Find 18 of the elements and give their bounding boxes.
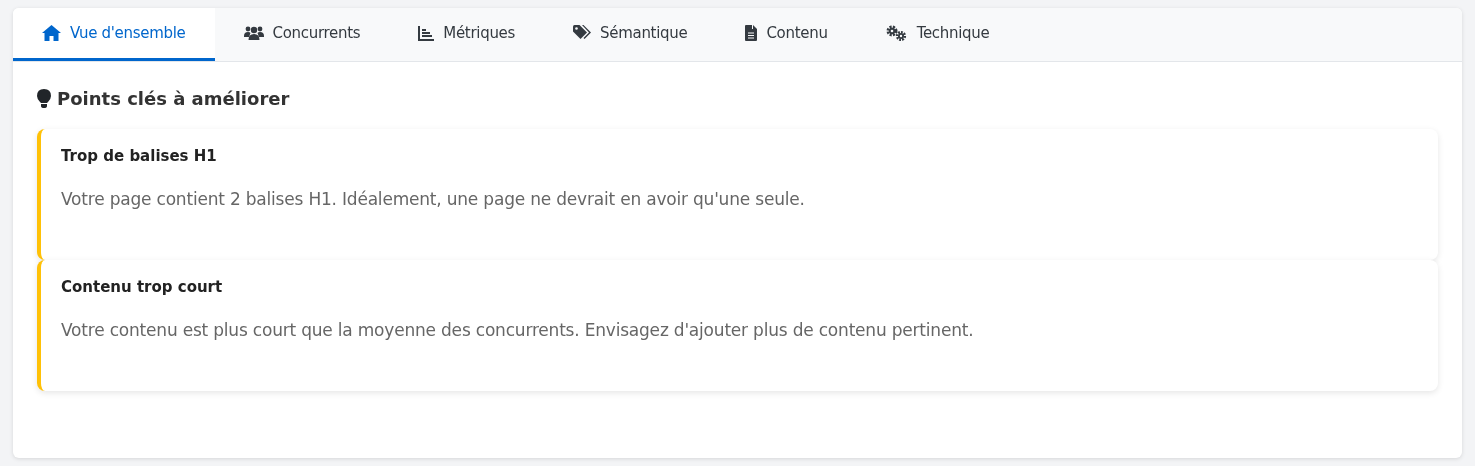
tab[interactable]: Contenu — [716, 8, 857, 61]
tab[interactable]: Technique — [856, 8, 1019, 61]
warning-text: Votre contenu est plus court que la moyenne des concurrents. Envisagez d'ajouter plus de contenu pertinent. — [61, 320, 975, 340]
tab[interactable]: Vue d'ensemble — [13, 8, 215, 61]
warning-text: Votre page contient 2 balises H1. Idéalement, une page ne devrait en avoir qu'une seule. — [61, 189, 806, 209]
tab[interactable]: Concurrents — [214, 8, 390, 61]
gears-icon — [885, 25, 908, 41]
home-icon — [42, 25, 61, 41]
warning-title: Trop de balises H1 — [61, 147, 218, 165]
chart-icon — [418, 25, 435, 41]
section-title: Points clés à améliorer — [57, 88, 290, 109]
tab[interactable]: Sémantique — [544, 8, 717, 61]
tab[interactable]: Métriques — [389, 8, 545, 61]
lightbulb-icon — [37, 89, 51, 108]
tags-icon — [573, 25, 592, 41]
warning-title: Contenu trop court — [61, 278, 224, 296]
users-icon — [243, 26, 264, 40]
file-icon — [745, 25, 758, 41]
